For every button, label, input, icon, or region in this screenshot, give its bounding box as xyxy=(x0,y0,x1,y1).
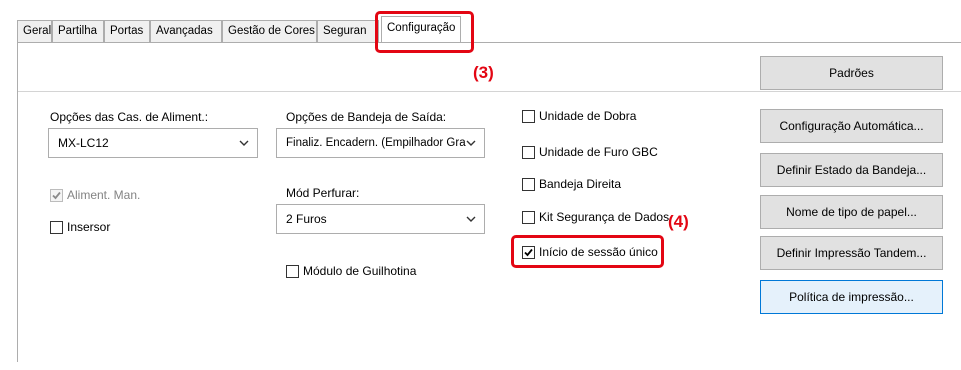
gbc-punch-unit-checkbox[interactable] xyxy=(522,146,535,159)
gbc-punch-unit-label: Unidade de Furo GBC xyxy=(539,145,658,159)
paper-type-name-button[interactable]: Nome de tipo de papel... xyxy=(760,195,943,229)
tab-general[interactable]: Geral xyxy=(17,20,52,42)
single-sign-on-label: Início de sessão único xyxy=(539,245,658,259)
single-sign-on-checkbox[interactable] xyxy=(522,246,535,259)
inserter-label: Insersor xyxy=(67,220,111,234)
inserter-checkbox[interactable] xyxy=(50,221,63,234)
output-tray-select[interactable]: Finaliz. Encadern. (Empilhador Gra xyxy=(276,128,485,158)
feed-options-select[interactable]: MX-LC12 xyxy=(48,128,258,158)
punch-module-value: 2 Furos xyxy=(286,212,327,226)
checkmark-icon xyxy=(524,248,533,257)
auto-configuration-button[interactable]: Configuração Automática... xyxy=(760,109,943,143)
tandem-print-button[interactable]: Definir Impressão Tandem... xyxy=(760,236,943,270)
tab-advanced[interactable]: Avançadas xyxy=(150,20,222,42)
folding-unit-label: Unidade de Dobra xyxy=(539,109,637,123)
folding-unit-checkbox[interactable] xyxy=(522,110,535,123)
tab-ports[interactable]: Portas xyxy=(104,20,150,42)
data-security-kit-checkbox[interactable] xyxy=(522,211,535,224)
punch-module-select[interactable]: 2 Furos xyxy=(276,204,485,234)
right-tray-label: Bandeja Direita xyxy=(539,177,622,191)
trimmer-label: Módulo de Guilhotina xyxy=(303,264,417,278)
divider xyxy=(18,91,961,92)
chevron-down-icon xyxy=(239,140,249,146)
chevron-down-icon xyxy=(466,140,476,146)
tab-security[interactable]: Seguran xyxy=(317,20,379,42)
step4-label: (4) xyxy=(668,212,689,231)
output-tray-label: Opções de Bandeja de Saída: xyxy=(286,110,447,124)
step3-highlight-box xyxy=(375,11,474,53)
data-security-kit-label: Kit Segurança de Dados xyxy=(539,210,670,224)
manual-feed-label: Aliment. Man. xyxy=(67,188,141,202)
feed-options-value: MX-LC12 xyxy=(58,136,109,150)
feed-options-label: Opções das Cas. de Aliment.: xyxy=(50,110,209,124)
tab-sharing[interactable]: Partilha xyxy=(52,20,104,42)
right-tray-checkbox[interactable] xyxy=(522,178,535,191)
manual-feed-checkbox[interactable] xyxy=(50,189,63,202)
defaults-button[interactable]: Padrões xyxy=(760,56,943,90)
punch-module-label: Mód Perfurar: xyxy=(286,186,360,200)
chevron-down-icon xyxy=(466,216,476,222)
step3-label: (3) xyxy=(473,63,494,82)
checkmark-icon xyxy=(52,191,61,200)
output-tray-value: Finaliz. Encadern. (Empilhador Gra xyxy=(286,137,466,149)
set-tray-status-button[interactable]: Definir Estado da Bandeja... xyxy=(760,153,943,187)
print-policy-button[interactable]: Política de impressão... xyxy=(760,280,943,314)
trimmer-checkbox[interactable] xyxy=(286,265,299,278)
tab-color-management[interactable]: Gestão de Cores xyxy=(222,20,317,42)
